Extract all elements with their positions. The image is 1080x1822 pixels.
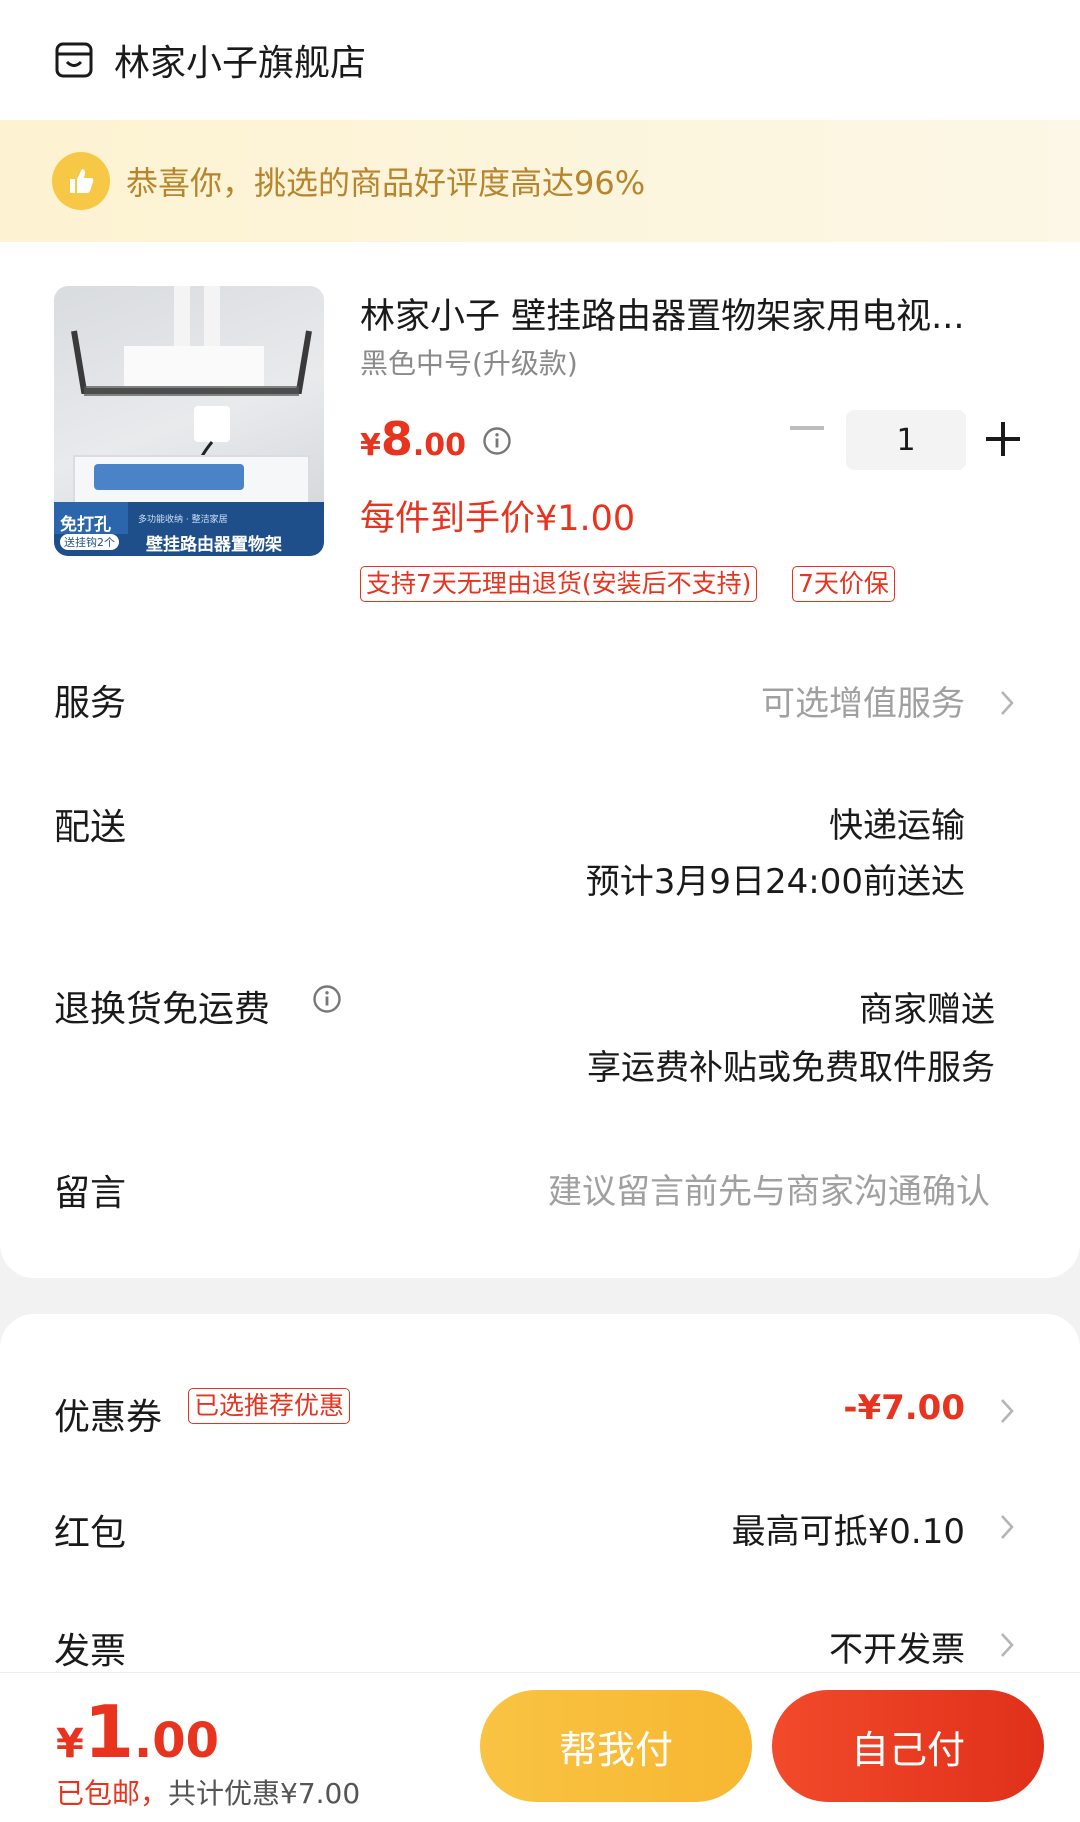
product-spec[interactable]: 黑色中号(升级款) xyxy=(360,342,578,382)
return-policy-tag: 支持7天无理由退货(安装后不支持) xyxy=(360,566,758,602)
red-packet-label: 红包 xyxy=(54,1513,127,1554)
pay-myself-button[interactable]: 自己付 xyxy=(772,1690,1044,1802)
product-price: ¥8.00 xyxy=(360,412,467,466)
product-image[interactable]: 免打孔 送挂钩2个 多功能收纳 · 整洁家居 壁挂路由器置物架 xyxy=(54,286,324,556)
invoice-value[interactable]: 不开发票 xyxy=(829,1622,965,1671)
quantity-increase-button[interactable] xyxy=(986,422,1020,456)
coupon-recommended-tag: 已选推荐优惠 xyxy=(188,1388,351,1424)
quantity-decrease-button[interactable] xyxy=(790,426,824,430)
badge-product-name: 壁挂路由器置物架 xyxy=(146,535,282,555)
unit-price: 每件到手价¥1.00 xyxy=(360,499,636,539)
delivery-eta: 预计3月9日24:00前送达 xyxy=(585,862,965,902)
service-label: 服务 xyxy=(54,683,127,724)
coupon-value[interactable]: -¥7.00 xyxy=(843,1388,965,1428)
red-packet-value[interactable]: 最高可抵¥0.10 xyxy=(732,1504,965,1553)
thumbs-up-icon xyxy=(52,152,110,210)
total-note: 已包邮，共计优惠¥7.00 xyxy=(56,1772,360,1812)
message-input[interactable]: 建议留言前先与商家沟通确认 xyxy=(548,1164,990,1213)
badge-no-drill: 免打孔 xyxy=(60,515,111,535)
banner-text: 恭喜你，挑选的商品好评度高达96% xyxy=(126,164,646,202)
delivery-method[interactable]: 快递运输 xyxy=(829,798,965,847)
return-shipping-detail: 享运费补贴或免费取件服务 xyxy=(587,1048,995,1088)
store-header[interactable]: 林家小子旗舰店 xyxy=(54,30,366,90)
return-shipping-provider: 商家赠送 xyxy=(859,990,995,1030)
quantity-input[interactable]: 1 xyxy=(846,410,966,470)
pay-for-me-button[interactable]: 帮我付 xyxy=(480,1690,752,1802)
return-shipping-label: 退换货免运费 xyxy=(54,989,271,1030)
delivery-label: 配送 xyxy=(54,807,127,848)
coupon-label: 优惠券 xyxy=(54,1397,163,1438)
service-value[interactable]: 可选增值服务 xyxy=(761,676,965,725)
invoice-label: 发票 xyxy=(54,1631,127,1672)
badge-storage: 多功能收纳 · 整洁家居 xyxy=(138,515,228,525)
chevron-right-icon[interactable] xyxy=(998,1630,1016,1660)
message-label: 留言 xyxy=(54,1173,127,1214)
total-price: ¥1.00 xyxy=(56,1690,219,1774)
return-shipping-info-icon[interactable] xyxy=(312,984,342,1014)
badge-free-hooks: 送挂钩2个 xyxy=(60,534,119,550)
shop-icon xyxy=(55,42,93,78)
free-shipping-text: 已包邮， xyxy=(56,1777,169,1810)
total-discount-text: 共计优惠¥7.00 xyxy=(168,1777,361,1810)
product-title[interactable]: 林家小子 壁挂路由器置物架家用电视... xyxy=(360,288,1030,339)
chevron-right-icon[interactable] xyxy=(998,1396,1016,1426)
price-protection-tag: 7天价保 xyxy=(792,566,895,602)
chevron-right-icon[interactable] xyxy=(998,1512,1016,1542)
rating-banner: 恭喜你，挑选的商品好评度高达96% xyxy=(0,120,1080,242)
store-name: 林家小子旗舰店 xyxy=(114,43,367,84)
chevron-right-icon[interactable] xyxy=(998,688,1016,718)
price-info-icon[interactable] xyxy=(482,426,512,456)
